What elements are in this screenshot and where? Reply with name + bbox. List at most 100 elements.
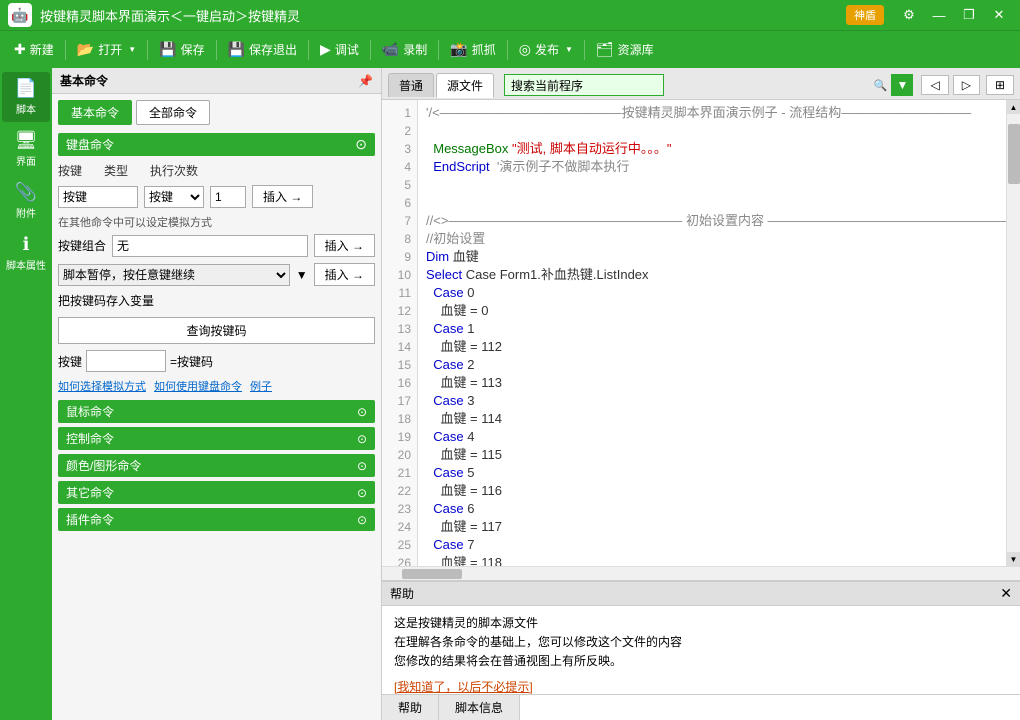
code-line-6 bbox=[426, 194, 998, 212]
vertical-scrollbar[interactable]: ▲ ▼ bbox=[1006, 100, 1020, 566]
link-example[interactable]: 例子 bbox=[250, 378, 272, 394]
keyboard-section-header[interactable]: 键盘命令 ⊙ bbox=[58, 133, 375, 156]
line-num-8: 8 bbox=[382, 230, 417, 248]
line-num-20: 20 bbox=[382, 446, 417, 464]
sidebar-item-ui[interactable]: 🖥 界面 bbox=[2, 124, 50, 174]
code-line-23: Case 6 bbox=[426, 500, 998, 518]
sidebar-props-label: 脚本属性 bbox=[6, 257, 46, 272]
close-btn[interactable]: ✕ bbox=[986, 5, 1012, 25]
attach-icon: 📎 bbox=[15, 182, 37, 203]
new-button[interactable]: ✚ 新建 bbox=[6, 37, 62, 62]
plugin-section-header[interactable]: 插件命令 ⊙ bbox=[58, 508, 375, 531]
mouse-section-header[interactable]: 鼠标命令 ⊙ bbox=[58, 400, 375, 423]
sidebar-ui-label: 界面 bbox=[16, 153, 36, 168]
save-button[interactable]: 💾 保存 bbox=[151, 37, 212, 62]
other-section-header[interactable]: 其它命令 ⊙ bbox=[58, 481, 375, 504]
code-line-25: Case 7 bbox=[426, 536, 998, 554]
prev-btn[interactable]: ◁ bbox=[921, 75, 948, 95]
command-tabs: 基本命令 全部命令 bbox=[58, 100, 375, 125]
ui-icon: 🖥 bbox=[15, 130, 38, 151]
sidebar-item-attach[interactable]: 📎 附件 bbox=[2, 176, 50, 226]
publish-icon: ◎ bbox=[519, 41, 531, 58]
insert-key-button[interactable]: 插入 bbox=[252, 185, 313, 208]
store-label: 把按键码存入变量 bbox=[58, 292, 154, 309]
code-line-5 bbox=[426, 176, 998, 194]
code-content[interactable]: '/<——————————————按键精灵脚本界面演示例子 - 流程结构————… bbox=[418, 100, 1006, 566]
horizontal-scrollbar[interactable] bbox=[382, 566, 1020, 580]
insert-pause-button[interactable]: 插入 bbox=[314, 263, 375, 286]
settings-btn[interactable]: ⚙ bbox=[896, 5, 922, 25]
query-keycode-button[interactable]: 查询按键码 bbox=[58, 317, 375, 344]
sidebar-script-label: 脚本 bbox=[16, 101, 36, 116]
help-close-btn[interactable]: ✕ bbox=[1000, 585, 1012, 602]
nav-buttons: ◁ ▷ bbox=[921, 75, 979, 95]
key-input-row: 按键 插入 bbox=[58, 185, 375, 208]
count-input[interactable] bbox=[210, 186, 246, 208]
save-exit-icon: 💾 bbox=[228, 41, 245, 58]
new-icon: ✚ bbox=[14, 41, 26, 58]
key-input[interactable] bbox=[58, 186, 138, 208]
store-row: 把按键码存入变量 bbox=[58, 292, 375, 309]
code-line-9: Dim 血键 bbox=[426, 248, 998, 266]
save-icon: 💾 bbox=[159, 41, 176, 58]
sidebar-item-script[interactable]: 📄 脚本 bbox=[2, 72, 50, 122]
next-btn[interactable]: ▷ bbox=[953, 75, 980, 95]
sidebar: 📄 脚本 🖥 界面 📎 附件 ℹ 脚本属性 bbox=[0, 68, 52, 720]
insert-hotkey-button[interactable]: 插入 bbox=[314, 234, 375, 257]
open-button[interactable]: 📂 打开 bbox=[69, 37, 144, 62]
layout-btn[interactable]: ⊞ bbox=[986, 75, 1014, 95]
save-exit-button[interactable]: 💾 保存退出 bbox=[220, 37, 305, 62]
tab-source[interactable]: 源文件 bbox=[436, 73, 494, 98]
sidebar-attach-label: 附件 bbox=[16, 205, 36, 220]
pause-select[interactable]: 脚本暂停，按任意键继续 bbox=[58, 264, 290, 286]
code-line-22: 血键 = 116 bbox=[426, 482, 998, 500]
var-key-input[interactable] bbox=[86, 350, 166, 372]
control-section-header[interactable]: 控制命令 ⊙ bbox=[58, 427, 375, 450]
capture-button[interactable]: 📸 抓抓 bbox=[442, 37, 503, 62]
restore-btn[interactable]: ❐ bbox=[956, 5, 982, 25]
help-tab-script-info[interactable]: 脚本信息 bbox=[439, 695, 520, 720]
record-button[interactable]: 📹 录制 bbox=[374, 37, 435, 62]
sidebar-item-props[interactable]: ℹ 脚本属性 bbox=[2, 228, 50, 278]
debug-button[interactable]: ▶ 调试 bbox=[312, 37, 367, 62]
help-line3: 您修改的结果将会在普通视图上有所反映。 bbox=[394, 652, 1008, 671]
help-tab-help[interactable]: 帮助 bbox=[382, 695, 439, 720]
line-num-5: 5 bbox=[382, 176, 417, 194]
resource-button[interactable]: 🗂 资源库 bbox=[588, 37, 662, 62]
scroll-up-btn[interactable]: ▲ bbox=[1007, 100, 1020, 114]
code-line-1: '/<——————————————按键精灵脚本界面演示例子 - 流程结构————… bbox=[426, 104, 998, 122]
hscroll-thumb bbox=[402, 569, 462, 579]
search-input[interactable] bbox=[504, 74, 664, 96]
plugin-section-label: 插件命令 bbox=[66, 511, 114, 528]
tab-all-cmd[interactable]: 全部命令 bbox=[136, 100, 210, 125]
tab-basic-cmd[interactable]: 基本命令 bbox=[58, 100, 132, 125]
publish-button[interactable]: ◎ 发布 bbox=[511, 37, 581, 62]
hotkey-label: 按键组合 bbox=[58, 237, 106, 254]
new-label: 新建 bbox=[30, 41, 54, 58]
line-num-10: 10 bbox=[382, 266, 417, 284]
link-use-keyboard[interactable]: 如何使用键盘命令 bbox=[154, 378, 242, 394]
code-line-16: 血键 = 113 bbox=[426, 374, 998, 392]
type-label: 类型 bbox=[104, 162, 144, 179]
help-dismiss-link[interactable]: [我知道了，以后不必提示] bbox=[394, 680, 533, 694]
script-icon: 📄 bbox=[15, 78, 37, 99]
count-label: 执行次数 bbox=[150, 162, 198, 179]
open-label: 打开 bbox=[98, 41, 122, 58]
code-line-3: MessageBox "测试, 脚本自动运行中。。。" bbox=[426, 140, 998, 158]
debug-label: 调试 bbox=[335, 41, 359, 58]
color-section-header[interactable]: 颜色/图形命令 ⊙ bbox=[58, 454, 375, 477]
code-line-18: 血键 = 114 bbox=[426, 410, 998, 428]
app-icon: 🤖 bbox=[8, 3, 32, 27]
editor-tabs: 普通 源文件 🔍 ▼ ◁ ▷ ⊞ bbox=[382, 68, 1020, 100]
sep8 bbox=[584, 40, 585, 60]
right-panel: 普通 源文件 🔍 ▼ ◁ ▷ ⊞ 1 2 3 4 5 6 7 bbox=[382, 68, 1020, 720]
minimize-btn[interactable]: — bbox=[926, 5, 952, 25]
scroll-down-btn[interactable]: ▼ bbox=[1007, 552, 1020, 566]
search-dropdown-btn[interactable]: ▼ bbox=[891, 74, 913, 96]
type-select[interactable]: 按键 bbox=[144, 186, 204, 208]
link-select-mode[interactable]: 如何选择模拟方式 bbox=[58, 378, 146, 394]
sep2 bbox=[147, 40, 148, 60]
tab-normal[interactable]: 普通 bbox=[388, 73, 434, 97]
line-num-11: 11 bbox=[382, 284, 417, 302]
hotkey-input[interactable] bbox=[112, 235, 308, 257]
